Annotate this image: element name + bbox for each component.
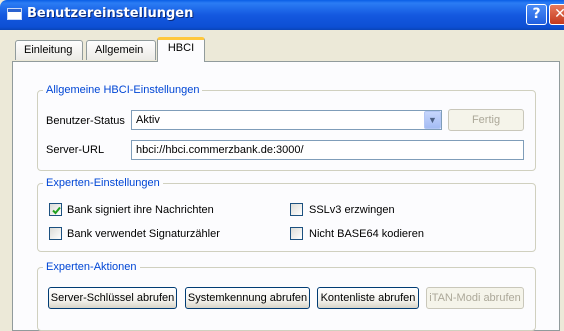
- signature-counter-label: Bank verwendet Signaturzähler: [67, 228, 220, 240]
- fetch-system-id-button[interactable]: Systemkennung abrufen: [185, 287, 310, 309]
- window-icon: [7, 8, 22, 20]
- tab-hbci[interactable]: HBCI: [157, 37, 205, 62]
- user-status-select[interactable]: Aktiv ▼: [131, 110, 442, 130]
- bank-signs-checkbox[interactable]: [49, 203, 62, 216]
- user-status-label: Benutzer-Status: [46, 115, 125, 127]
- fetch-itan-modes-button[interactable]: iTAN-Modi abrufen: [426, 287, 524, 309]
- sslv3-label: SSLv3 erzwingen: [309, 204, 395, 216]
- chevron-down-icon[interactable]: ▼: [424, 111, 441, 129]
- server-url-input[interactable]: [131, 140, 524, 160]
- user-status-value: Aktiv: [136, 114, 160, 126]
- expert-actions-legend: Experten-Aktionen: [46, 261, 137, 273]
- tab-einleitung[interactable]: Einleitung: [15, 40, 83, 60]
- fertig-button[interactable]: Fertig: [448, 109, 524, 131]
- fetch-server-key-button[interactable]: Server-Schlüssel abrufen: [48, 287, 177, 309]
- close-button[interactable]: ✕: [549, 4, 564, 25]
- window-title: Benutzereinstellungen: [27, 6, 194, 21]
- tab-allgemein[interactable]: Allgemein: [86, 40, 156, 60]
- no-base64-label: Nicht BASE64 kodieren: [309, 228, 424, 240]
- sslv3-checkbox[interactable]: [290, 203, 303, 216]
- bank-signs-label: Bank signiert ihre Nachrichten: [67, 204, 214, 216]
- hbci-settings-legend: Allgemeine HBCI-Einstellungen: [46, 84, 200, 96]
- expert-settings-legend: Experten-Einstellungen: [46, 177, 160, 189]
- server-url-label: Server-URL: [46, 144, 105, 156]
- fetch-account-list-button[interactable]: Kontenliste abrufen: [317, 287, 419, 309]
- title-bar[interactable]: Benutzereinstellungen ? ✕: [0, 0, 564, 30]
- help-button[interactable]: ?: [526, 4, 547, 25]
- check-icon: [52, 206, 61, 215]
- signature-counter-checkbox[interactable]: [49, 227, 62, 240]
- no-base64-checkbox[interactable]: [290, 227, 303, 240]
